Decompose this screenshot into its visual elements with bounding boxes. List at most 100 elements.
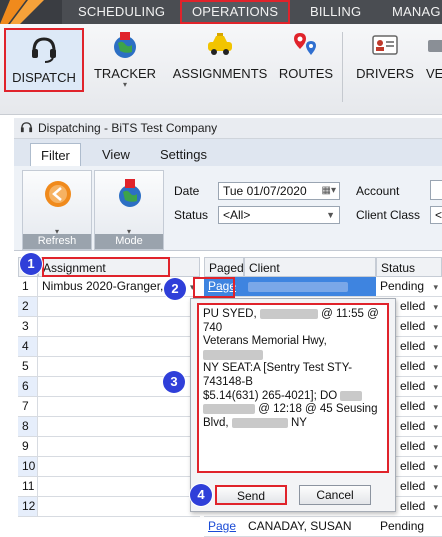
client-class-value: < [435,208,442,222]
status-select[interactable]: <All> ▼ [218,206,340,224]
tab-view[interactable]: View [92,143,140,166]
table-row[interactable]: Page Pending ▾ [204,277,442,297]
vehicles-button[interactable]: VE [422,26,442,92]
message-text: Veterans Memorial Hwy, [203,335,327,348]
refresh-button[interactable]: ▾ Refresh [22,170,92,250]
status-cell[interactable]: elled [400,457,436,476]
top-nav: SCHEDULING OPERATIONS BILLING MANAG [0,0,442,24]
tab-filter[interactable]: Filter [30,143,81,166]
dispatch-button[interactable]: DISPATCH [4,28,84,92]
chevron-down-icon[interactable]: ▾ [433,302,438,313]
table-row[interactable]: 12▾ [18,497,200,517]
assignment-cell[interactable] [38,317,200,336]
paged-column-header[interactable]: Paged [204,257,244,277]
table-row[interactable]: 4▾ [18,337,200,357]
row-number: 5 [18,357,38,376]
ribbon-divider [342,32,343,102]
calendar-icon[interactable]: ▦▾ [322,183,336,199]
callout-marker-2: 2 [164,278,186,300]
table-row[interactable]: 7▾ [18,397,200,417]
assignment-cell[interactable] [38,477,200,496]
table-row[interactable]: 8▾ [18,417,200,437]
status-cell[interactable]: elled [400,337,436,356]
account-input[interactable] [430,180,442,200]
status-cell[interactable]: Pending [376,277,442,296]
table-row[interactable]: 3▾ [18,317,200,337]
client-cell: CANADAY, SUSAN [248,519,352,533]
redacted-text [231,417,288,428]
assignments-button[interactable]: ASSIGNMENTS [172,26,268,92]
status-cell[interactable]: elled [400,357,436,376]
client-class-select[interactable]: < [430,206,442,224]
row-number: 12 [18,497,38,516]
page-message-textarea[interactable]: PU SYED, @ 11:55 @ 740 Veterans Memorial… [197,303,389,473]
chevron-down-icon[interactable]: ▾ [433,382,438,393]
send-button[interactable]: Send [215,485,287,505]
page-link-highlight [193,277,235,298]
chevron-down-icon[interactable]: ▾ [433,462,438,473]
message-text: @ 12:18 @ 45 Seusing [258,403,378,416]
status-cell[interactable]: elled [400,497,436,516]
assignment-cell[interactable] [38,437,200,456]
client-column-header[interactable]: Client [244,257,376,277]
status-cell[interactable]: elled [400,297,436,316]
row-number: 3 [18,317,38,336]
routes-button[interactable]: ROUTES [276,26,336,92]
row-number: 2 [18,297,38,316]
window-title: Dispatching - BiTS Test Company [38,121,218,135]
drivers-button[interactable]: DRIVERS [352,26,418,92]
page-link[interactable]: Page [204,517,244,536]
status-cell[interactable]: elled [400,477,436,496]
chevron-down-icon[interactable]: ▾ [433,342,438,353]
row-number: 11 [18,477,38,496]
redacted-text [248,281,348,292]
assignment-cell[interactable] [38,417,200,436]
status-cell[interactable]: elled [400,417,436,436]
status-cell[interactable]: elled [400,397,436,416]
routes-label: ROUTES [278,66,334,81]
status-cell[interactable]: Pending [376,517,442,536]
mode-button[interactable]: ▾ Mode [94,170,164,250]
chevron-down-icon[interactable]: ▾ [433,362,438,373]
assignment-header-highlight [42,257,170,277]
headset-icon [32,37,56,63]
redacted-text [203,349,263,360]
tab-billing[interactable]: BILLING [310,0,361,24]
tab-scheduling[interactable]: SCHEDULING [78,0,165,24]
assignment-cell[interactable] [38,337,200,356]
drivers-label: DRIVERS [356,66,414,81]
table-row[interactable]: 11▾ [18,477,200,497]
tracker-button[interactable]: TRACKER ▾ [92,26,158,92]
vehicles-label: VE [426,66,442,81]
chevron-down-icon[interactable]: ▾ [433,502,438,513]
chevron-down-icon[interactable]: ▾ [433,482,438,493]
tab-operations[interactable]: OPERATIONS [180,0,291,24]
table-row[interactable]: 9▾ [18,437,200,457]
refresh-icon [45,181,71,207]
date-picker[interactable]: Tue 01/07/2020 ▦▾ [218,182,340,200]
assignment-cell[interactable] [38,397,200,416]
table-row[interactable]: 10▾ [18,457,200,477]
date-value: Tue 01/07/2020 [223,184,307,198]
assignment-cell[interactable] [38,497,200,516]
status-cell[interactable]: elled [400,317,436,336]
status-column-header[interactable]: Status [376,257,442,277]
chevron-down-icon[interactable]: ▾ [433,322,438,333]
refresh-caption: Refresh [23,234,91,249]
assignment-cell[interactable] [38,457,200,476]
table-row[interactable]: Page CANADAY, SUSAN Pending [204,517,442,537]
callout-marker-3: 3 [163,371,185,393]
cancel-button[interactable]: Cancel [299,485,371,505]
tab-settings[interactable]: Settings [150,143,217,166]
tab-management[interactable]: MANAG [392,0,441,24]
status-cell[interactable]: elled [400,437,436,456]
chevron-down-icon[interactable]: ▾ [433,402,438,413]
chevron-down-icon[interactable]: ▾ [433,442,438,453]
app-logo [0,0,62,24]
chevron-down-icon[interactable]: ▾ [433,422,438,433]
row-number: 1 [18,277,38,296]
status-cell[interactable]: elled [400,377,436,396]
map-pins-icon [294,33,316,55]
table-row[interactable]: 2▾ [18,297,200,317]
tracker-label: TRACKER [93,66,157,81]
